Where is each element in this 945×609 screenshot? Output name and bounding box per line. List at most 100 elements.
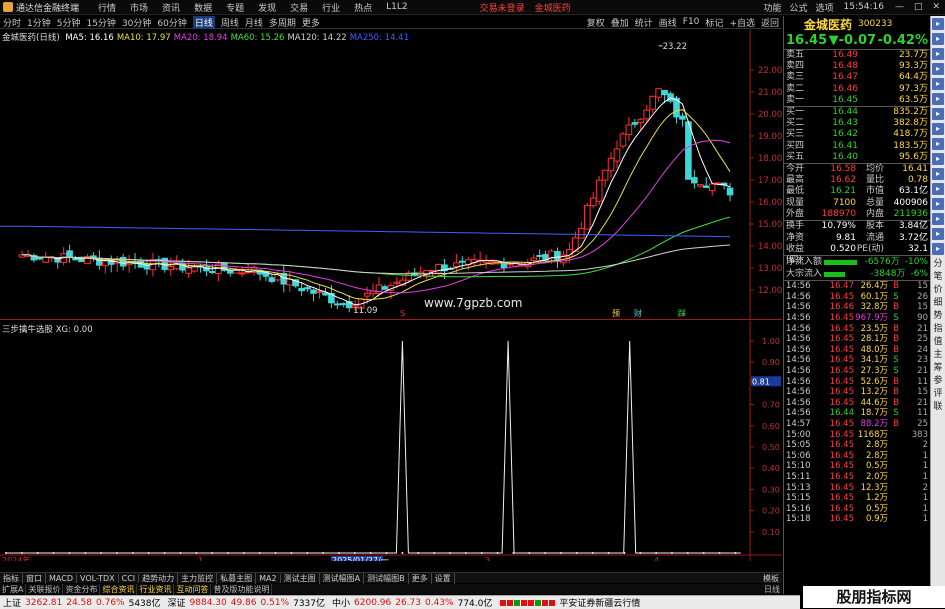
side-tool-icon[interactable]: ▸ <box>932 48 944 60</box>
minimize-icon[interactable]: — <box>895 2 904 12</box>
side-tab[interactable]: 主 <box>932 349 944 361</box>
tool-button[interactable]: 画线 <box>659 16 677 29</box>
side-tool-icon[interactable]: ▸ <box>932 153 944 165</box>
center-link[interactable]: 交易未登录 <box>480 1 525 14</box>
period-tab[interactable]: 日线 <box>192 15 215 29</box>
xg-indicator-chart[interactable]: 1.00 0.90 0.81 0.70 0.60 0.50 0.40 0.30 0.20 0.10… <box>0 321 782 561</box>
side-tool-icon[interactable]: ▸ <box>932 183 944 195</box>
side-tab[interactable]: 势 <box>932 310 944 322</box>
side-tool-icon[interactable]: ▸ <box>932 108 944 120</box>
menu-item[interactable]: 行情 <box>98 1 116 14</box>
menu-item[interactable]: 行业 <box>322 1 340 14</box>
side-tool-icon[interactable]: ▸ <box>932 123 944 135</box>
side-tab[interactable]: 笔 <box>932 271 944 283</box>
tool-button[interactable]: 返回 <box>761 16 779 29</box>
index-name[interactable]: 中小 <box>332 596 350 609</box>
side-tab[interactable]: 价 <box>932 284 944 296</box>
indicator-tab[interactable]: 主力监控 <box>178 572 218 584</box>
side-tool-icon[interactable]: ▸ <box>932 138 944 150</box>
maximize-icon[interactable]: □ <box>914 2 923 12</box>
order-book-row[interactable]: 卖四 16.48 93.3万 <box>784 61 930 72</box>
menu-item[interactable]: L1L2 <box>386 2 407 12</box>
tool-button[interactable]: 复权 <box>587 16 605 29</box>
menu-item[interactable]: 数据 <box>194 1 212 14</box>
order-book-row[interactable]: 卖二 16.46 97.3万 <box>784 84 930 95</box>
order-book-row[interactable]: 买一 16.44 835.2万 <box>784 107 930 118</box>
period-tab[interactable]: 周线 <box>221 16 239 29</box>
info-tab[interactable]: 关联报价 <box>26 583 64 595</box>
template-button[interactable]: 模板 <box>760 573 782 584</box>
order-book-row[interactable]: 买二 16.43 382.8万 <box>784 118 930 129</box>
side-tool-icon[interactable]: ▸ <box>932 243 944 255</box>
menu-item[interactable]: 发现 <box>258 1 276 14</box>
event-mark[interactable]: 财 <box>634 308 642 318</box>
period-tab[interactable]: 60分钟 <box>157 16 186 29</box>
indicator-tab[interactable]: 测试幅图B <box>364 572 409 584</box>
tool-button[interactable]: F10 <box>683 17 700 27</box>
index-name[interactable]: 深证 <box>168 596 186 609</box>
event-mark[interactable]: 预 <box>612 308 620 318</box>
order-book-row[interactable]: 买五 16.40 95.6万 <box>784 152 930 163</box>
candlestick-chart[interactable]: 22.00 21.00 20.00 19.00 18.00 17.00 16.00 15.00… <box>0 30 782 320</box>
info-tab[interactable]: 资金分布 <box>63 583 101 595</box>
side-tool-icon[interactable]: ▸ <box>932 228 944 240</box>
menu-item[interactable]: 专题 <box>226 1 244 14</box>
period-tab[interactable]: 月线 <box>245 16 263 29</box>
order-book-row[interactable]: 卖一 16.45 63.5万 <box>784 95 930 106</box>
order-book-row[interactable]: 买四 16.41 183.5万 <box>784 141 930 152</box>
order-book-row[interactable]: 买三 16.42 418.7万 <box>784 129 930 140</box>
period-tab[interactable]: 30分钟 <box>122 16 151 29</box>
indicator-tab[interactable]: VOL-TDX <box>77 573 119 583</box>
side-tool-icon[interactable]: ▸ <box>932 168 944 180</box>
side-tool-icon[interactable]: ▸ <box>932 18 944 30</box>
menu-item[interactable]: 市场 <box>130 1 148 14</box>
center-link[interactable]: 金城医药 <box>535 1 571 14</box>
side-tool-icon[interactable]: ▸ <box>932 198 944 210</box>
order-book-row[interactable]: 卖三 16.47 64.4万 <box>784 72 930 83</box>
right-menu-item[interactable]: 公式 <box>789 1 807 14</box>
indicator-tab[interactable]: 趋势动力 <box>139 572 179 584</box>
info-tab[interactable]: 行业资讯 <box>137 583 175 595</box>
tool-button[interactable]: 统计 <box>635 16 653 29</box>
indicator-tab[interactable]: MACD <box>46 573 77 583</box>
close-icon[interactable]: ✕ <box>932 2 940 12</box>
side-tab[interactable]: 参 <box>932 375 944 387</box>
info-tab[interactable]: 扩展A <box>0 583 27 595</box>
side-tab[interactable]: 细 <box>932 297 944 309</box>
period-tab[interactable]: 更多 <box>302 16 320 29</box>
right-menu-item[interactable]: 选项 <box>816 1 834 14</box>
event-mark[interactable]: 踩 <box>678 308 686 318</box>
side-tab[interactable]: 筹 <box>932 362 944 374</box>
indicator-tab[interactable]: 测试主图 <box>281 572 320 584</box>
side-tab[interactable]: 评 <box>932 388 944 400</box>
index-name[interactable]: 上证 <box>3 596 21 609</box>
tick-list[interactable]: 14:56 16.47 26.4万 B 15 14:56 16.45 60.1万 S 26 14:5… <box>784 281 930 525</box>
indicator-tab[interactable]: 指标 <box>0 572 23 584</box>
period-tab[interactable]: 1分钟 <box>27 16 51 29</box>
menu-item[interactable]: 热点 <box>354 1 372 14</box>
menu-item[interactable]: 资讯 <box>162 1 180 14</box>
order-book-row[interactable]: 卖五 16.49 23.7万 <box>784 50 930 61</box>
side-tab[interactable]: 分 <box>932 258 944 270</box>
indicator-tab[interactable]: 测试幅图A <box>320 572 365 584</box>
indicator-tab[interactable]: 私募主图 <box>217 572 257 584</box>
period-tab[interactable]: 15分钟 <box>86 16 115 29</box>
info-tab[interactable]: 普及版功能说明 <box>211 583 273 595</box>
tool-button[interactable]: +自选 <box>729 16 755 29</box>
period-tab[interactable]: 5分钟 <box>57 16 81 29</box>
indicator-tab[interactable]: MA2 <box>256 573 281 583</box>
side-tool-icon[interactable]: ▸ <box>932 78 944 90</box>
side-tool-icon[interactable]: ▸ <box>932 63 944 75</box>
tool-button[interactable]: 叠加 <box>611 16 629 29</box>
period-tab[interactable]: 多周期 <box>269 16 296 29</box>
indicator-tab[interactable]: 窗口 <box>23 572 46 584</box>
side-tool-icon[interactable]: ▸ <box>932 213 944 225</box>
period-tab[interactable]: 分时 <box>3 16 21 29</box>
side-tool-icon[interactable]: ▸ <box>932 93 944 105</box>
tool-button[interactable]: 标记 <box>705 16 723 29</box>
info-tab[interactable]: 互动问答 <box>174 583 212 595</box>
event-mark[interactable]: S <box>400 309 405 318</box>
info-tab[interactable]: 综合资讯 <box>100 583 138 595</box>
side-tool-icon[interactable]: ▸ <box>932 33 944 45</box>
menu-item[interactable]: 交易 <box>290 1 308 14</box>
